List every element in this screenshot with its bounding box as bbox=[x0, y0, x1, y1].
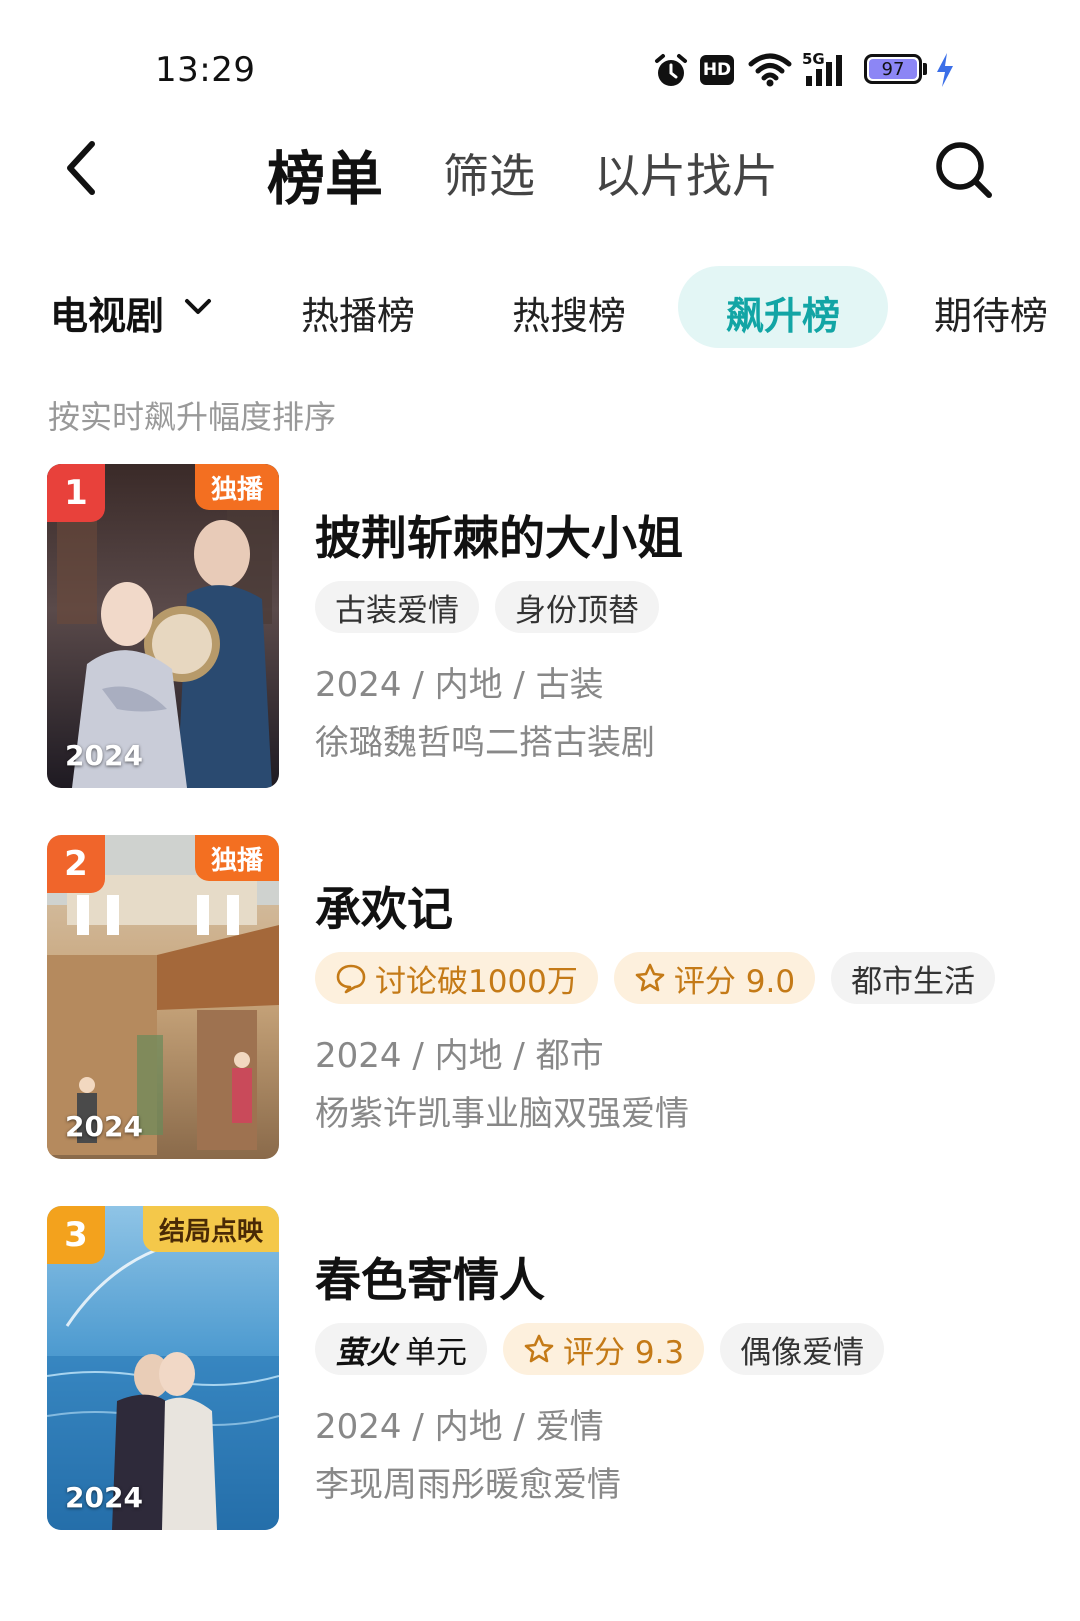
rank-badge: 3 bbox=[47, 1206, 105, 1264]
back-icon[interactable] bbox=[62, 140, 102, 196]
yinghuo-unit-tag[interactable]: 萤火 单元 bbox=[315, 1323, 487, 1375]
hd-icon: HD bbox=[700, 55, 734, 85]
poster[interactable]: 1 独播 2024 bbox=[47, 464, 279, 788]
rank-badge: 1 bbox=[47, 464, 105, 522]
charging-icon bbox=[937, 53, 953, 87]
status-time: 13:29 bbox=[155, 50, 256, 90]
tag-label: 讨论破1000万 bbox=[375, 963, 578, 1000]
finale-preview-badge: 结局点映 bbox=[142, 1206, 279, 1252]
tag-row: 古装爱情 身份顶替 bbox=[315, 581, 659, 633]
item-desc: 李现周雨彤暖愈爱情 bbox=[315, 1465, 621, 1505]
tab-filter[interactable]: 筛选 bbox=[443, 140, 535, 206]
comment-icon bbox=[336, 964, 366, 994]
item-meta: 2024 / 内地 / 都市 bbox=[315, 1036, 604, 1076]
tab-hot-search[interactable]: 热搜榜 bbox=[512, 285, 626, 340]
tag[interactable]: 古装爱情 bbox=[315, 581, 479, 633]
search-icon[interactable] bbox=[934, 140, 994, 200]
item-meta: 2024 / 内地 / 古装 bbox=[315, 665, 604, 705]
tag-label: 单元 bbox=[405, 1334, 467, 1371]
tag[interactable]: 身份顶替 bbox=[495, 581, 659, 633]
item-desc: 杨紫许凯事业脑双强爱情 bbox=[315, 1094, 689, 1134]
exclusive-badge: 独播 bbox=[194, 464, 279, 510]
signal-icon bbox=[806, 55, 842, 86]
category-dropdown[interactable]: 电视剧 bbox=[50, 285, 164, 340]
tag-label: 评分 9.3 bbox=[563, 1334, 685, 1371]
tab-anticipated[interactable]: 期待榜 bbox=[934, 285, 1048, 340]
poster-year: 2024 bbox=[65, 1110, 143, 1143]
star-icon bbox=[524, 1334, 554, 1363]
tag[interactable]: 偶像爱情 bbox=[720, 1323, 885, 1375]
status-icons: HD 5G 97 bbox=[652, 50, 962, 90]
chevron-down-icon[interactable] bbox=[183, 296, 213, 318]
rating-tag[interactable]: 评分 9.3 bbox=[503, 1323, 705, 1375]
exclusive-badge: 独播 bbox=[194, 835, 279, 881]
poster[interactable]: 2 独播 2024 bbox=[47, 835, 279, 1159]
poster-year: 2024 bbox=[65, 739, 143, 772]
sort-hint: 按实时飙升幅度排序 bbox=[48, 398, 337, 436]
yinghuo-logo: 萤火 bbox=[335, 1334, 397, 1371]
alarm-icon bbox=[655, 54, 687, 86]
discussion-tag[interactable]: 讨论破1000万 bbox=[315, 952, 598, 1004]
battery-level: 97 bbox=[869, 59, 917, 80]
tab-soaring[interactable]: 飙升榜 bbox=[678, 285, 888, 340]
item-meta: 2024 / 内地 / 爱情 bbox=[315, 1407, 604, 1447]
item-desc: 徐璐魏哲鸣二搭古装剧 bbox=[315, 723, 655, 763]
wifi-icon bbox=[748, 53, 792, 87]
item-title[interactable]: 承欢记 bbox=[315, 873, 453, 939]
tag[interactable]: 都市生活 bbox=[831, 952, 996, 1004]
battery-icon: 97 bbox=[864, 54, 922, 84]
tag-label: 评分 9.0 bbox=[673, 963, 796, 1000]
poster[interactable]: 3 结局点映 2024 bbox=[47, 1206, 279, 1530]
item-title[interactable]: 春色寄情人 bbox=[315, 1244, 545, 1310]
tab-find-by-film[interactable]: 以片找片 bbox=[594, 140, 778, 206]
item-title[interactable]: 披荆斩棘的大小姐 bbox=[315, 502, 683, 568]
nav-title[interactable]: 榜单 bbox=[267, 132, 383, 216]
rating-tag[interactable]: 评分 9.0 bbox=[613, 952, 816, 1004]
rank-badge: 2 bbox=[47, 835, 105, 893]
battery-tip bbox=[923, 63, 927, 75]
tag-row: 萤火 单元 评分 9.3 偶像爱情 bbox=[315, 1323, 885, 1375]
poster-year: 2024 bbox=[65, 1481, 143, 1514]
star-icon bbox=[635, 963, 665, 992]
tab-hot-playing[interactable]: 热播榜 bbox=[301, 285, 415, 340]
tag-row: 讨论破1000万 评分 9.0 都市生活 bbox=[315, 952, 996, 1004]
